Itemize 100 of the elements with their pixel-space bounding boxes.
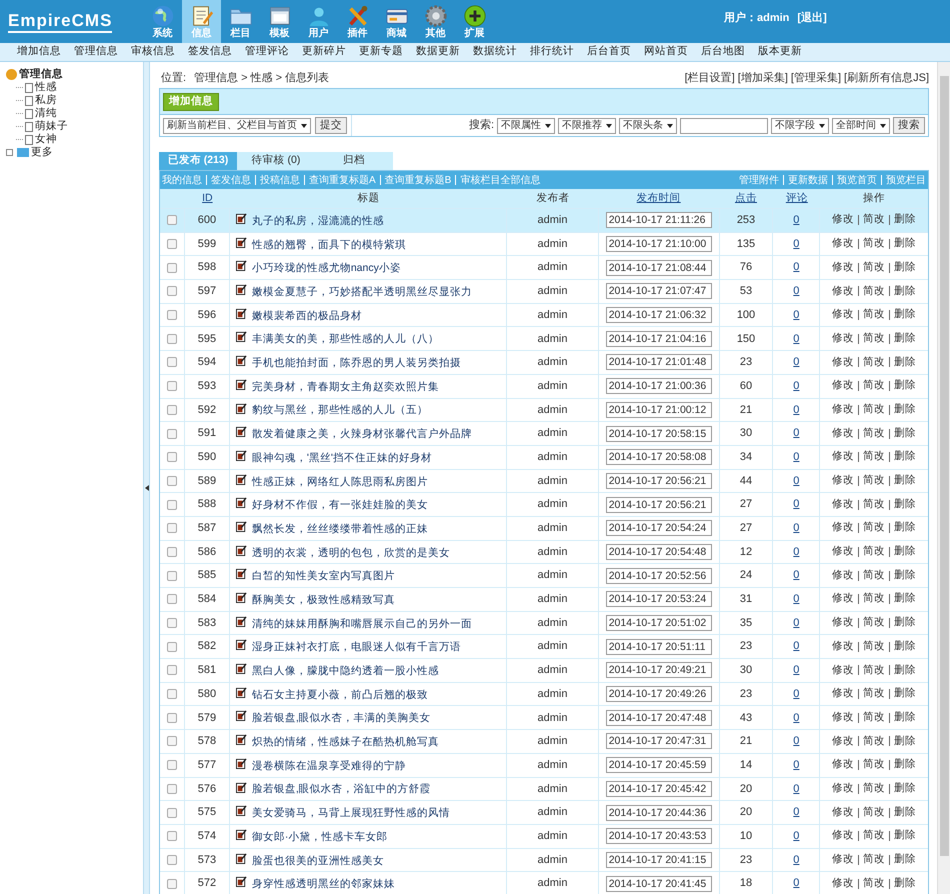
edit-icon[interactable] [236, 474, 247, 485]
table-row[interactable]: 593 完美身材，青春期女主角赵奕欢照片集 admin 2014-10-17 21:00:36 60 0 修改 简改 删除 [160, 374, 928, 398]
expand-icon[interactable] [6, 149, 13, 156]
title-link[interactable]: 湿身正妹衬衣打底，电眼迷人似有千言万语 [252, 640, 461, 656]
filter-select[interactable]: 不限推荐 [558, 118, 616, 134]
action-link[interactable]: 简改 [863, 662, 886, 678]
action-link[interactable]: 简改 [863, 804, 886, 820]
table-row[interactable]: 576 脸若银盘,眼似水杏，浴缸中的方舒霞 admin 2014-10-17 20:45:42 20 0 修改 简改 删除 [160, 776, 928, 800]
row-checkbox[interactable] [166, 570, 177, 581]
edit-icon[interactable] [236, 213, 247, 224]
edit-icon[interactable] [236, 805, 247, 816]
row-checkbox[interactable] [166, 500, 177, 510]
comments-link[interactable]: 0 [793, 212, 800, 229]
action-link[interactable]: 修改 [832, 638, 854, 655]
column-header[interactable]: ID [202, 190, 213, 206]
edit-icon[interactable] [236, 402, 247, 414]
table-row[interactable]: 572 身穿性感透明黑丝的邻家妹妹 admin 2014-10-17 20:41:45 18 0 修改 简改 删除 [160, 871, 928, 894]
sub-nav-link[interactable]: 审核信息 [131, 44, 175, 60]
comments-link[interactable]: 0 [793, 402, 800, 418]
action-link[interactable]: 删除 [894, 734, 916, 750]
action-link[interactable]: 简改 [863, 307, 886, 323]
edit-icon[interactable] [236, 355, 247, 366]
edit-icon[interactable] [236, 639, 247, 650]
comments-link[interactable]: 0 [793, 448, 800, 466]
action-link[interactable]: 删除 [894, 449, 916, 466]
time-field[interactable]: 2014-10-17 20:45:59 [606, 757, 712, 774]
edit-icon[interactable] [236, 378, 247, 390]
title-link[interactable]: 漫卷横陈在温泉享受难得的宁静 [252, 758, 406, 775]
action-link[interactable]: 修改 [832, 330, 854, 347]
comments-link[interactable]: 0 [793, 614, 800, 632]
title-link[interactable]: 美女爱骑马，马背上展现狂野性感的风情 [252, 806, 450, 822]
tree-item[interactable]: 萌妹子 [35, 118, 68, 134]
sub-nav-link[interactable]: 增加信息 [17, 44, 61, 60]
column-header[interactable]: 评论 [786, 190, 808, 206]
edit-icon[interactable] [236, 426, 247, 438]
title-link[interactable]: 飘然长发，丝丝缕缕带着性感的正妹 [252, 522, 428, 538]
action-link[interactable]: 简改 [863, 496, 886, 512]
table-row[interactable]: 590 眼神勾魂，'黑丝'挡不住正妹的好身材 admin 2014-10-17 20:58:08 34 0 修改 简改 删除 [160, 444, 928, 469]
logout-link[interactable]: [退出] [797, 10, 827, 27]
row-checkbox[interactable] [166, 239, 177, 250]
title-link[interactable]: 清纯的妹妹用酥胸和嘴唇展示自己的另外一面 [252, 616, 472, 632]
title-link[interactable]: 丰满美女的美，那些性感的人儿（八） [252, 332, 439, 348]
row-checkbox[interactable] [166, 878, 177, 889]
time-field[interactable]: 2014-10-17 20:58:08 [606, 449, 712, 466]
top-link[interactable]: [管理采集] [790, 70, 842, 86]
tree-item[interactable]: 女神 [35, 132, 57, 148]
title-link[interactable]: 嫩模金夏慧子，巧妙搭配半透明黑丝尽显张力 [252, 285, 472, 301]
search-button[interactable]: 搜索 [893, 117, 925, 134]
comments-link[interactable]: 0 [793, 544, 800, 560]
edit-icon[interactable] [236, 544, 247, 556]
comments-link[interactable]: 0 [793, 875, 800, 892]
action-link[interactable]: 简改 [863, 330, 886, 347]
comments-link[interactable]: 0 [793, 567, 800, 584]
action-link[interactable]: 简改 [863, 780, 886, 797]
action-link[interactable]: 删除 [894, 757, 916, 774]
column-header[interactable]: 点击 [734, 190, 757, 206]
time-field[interactable]: 2014-10-17 21:06:32 [606, 307, 712, 324]
sub-nav-link[interactable]: 后台首页 [587, 44, 631, 60]
title-link[interactable]: 性感正妹，网络红人陈思雨私房图片 [252, 474, 428, 490]
comments-link[interactable]: 0 [793, 330, 800, 348]
action-link[interactable]: 删除 [894, 307, 916, 323]
time-field[interactable]: 2014-10-17 20:56:21 [606, 472, 712, 489]
top-link[interactable]: [栏目设置] [684, 70, 735, 86]
tree-item[interactable]: 性感 [35, 80, 57, 96]
action-link[interactable]: 简改 [863, 568, 886, 584]
title-link[interactable]: 钻石女主持夏小薇，前凸后翘的极致 [252, 688, 428, 704]
table-row[interactable]: 586 透明的衣裳，透明的包包，欣赏的是美女 admin 2014-10-17 20:54:48 12 0 修改 简改 删除 [160, 540, 928, 564]
row-checkbox[interactable] [166, 808, 177, 818]
row-checkbox[interactable] [166, 594, 177, 604]
time-field[interactable]: 2014-10-17 21:11:26 [606, 212, 712, 228]
action-link[interactable]: 删除 [894, 591, 916, 608]
action-link[interactable]: 删除 [894, 330, 916, 347]
action-link[interactable]: 简改 [863, 615, 886, 631]
edit-icon[interactable] [236, 782, 247, 792]
time-field[interactable]: 2014-10-17 21:10:00 [606, 236, 712, 252]
action-link[interactable]: 修改 [832, 876, 854, 892]
table-row[interactable]: 583 清纯的妹妹用酥胸和嘴唇展示自己的另外一面 admin 2014-10-17 20:51:02 35 0 修改 简改 删除 [160, 610, 928, 634]
comments-link[interactable]: 0 [793, 378, 800, 394]
action-link[interactable]: 简改 [863, 212, 886, 228]
title-link[interactable]: 嫩模裴希西的极品身材 [252, 308, 362, 324]
sub-nav-link[interactable]: 管理信息 [74, 44, 118, 60]
title-link[interactable]: 白皙的知性美女室内写真图片 [252, 569, 395, 586]
row-checkbox[interactable] [166, 310, 177, 320]
time-field[interactable]: 2014-10-17 20:45:42 [606, 780, 712, 797]
time-field[interactable]: 2014-10-17 21:00:12 [606, 402, 712, 418]
filter-select[interactable]: 不限属性 [497, 118, 555, 134]
table-row[interactable]: 599 性感的翘臀，面具下的模特紫琪 admin 2014-10-17 21:10:00 135 0 修改 简改 删除 [160, 232, 928, 256]
title-link[interactable]: 炽热的情绪，性感妹子在酷热机舱写真 [252, 735, 439, 751]
table-row[interactable]: 598 小巧玲珑的性感尤物nancy小姿 admin 2014-10-17 21:08:44 76 0 修改 简改 删除 [160, 255, 928, 280]
action-link[interactable]: 修改 [832, 260, 854, 276]
action-link[interactable]: 简改 [863, 734, 886, 750]
action-link[interactable]: 删除 [894, 638, 916, 655]
edit-icon[interactable] [236, 663, 247, 674]
time-field[interactable]: 2014-10-17 21:00:36 [606, 378, 712, 394]
nav-tab[interactable]: 栏目 [221, 0, 260, 43]
time-field[interactable]: 2014-10-17 20:41:15 [606, 852, 712, 868]
action-link[interactable]: 简改 [863, 378, 886, 394]
comments-link[interactable]: 0 [793, 259, 800, 276]
sub-nav-link[interactable]: 数据统计 [473, 44, 517, 60]
action-link[interactable]: 删除 [894, 236, 916, 252]
